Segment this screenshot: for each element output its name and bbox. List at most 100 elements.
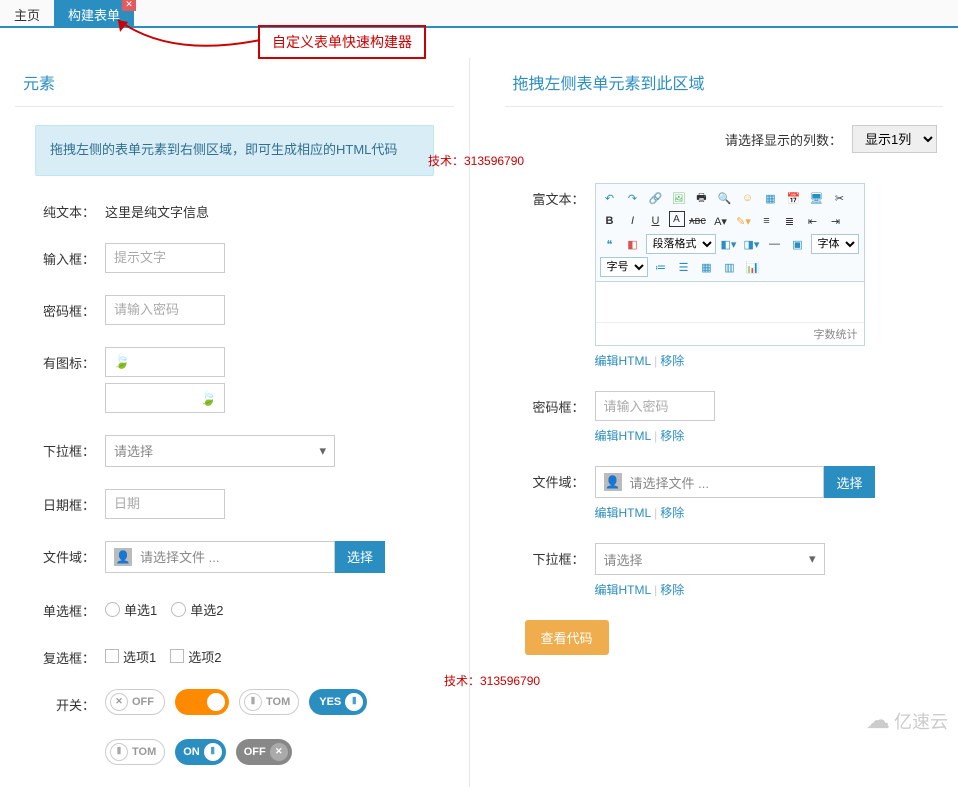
label-file-r: 文件域： xyxy=(525,466,595,491)
brand-watermark: ☁ 亿速云 xyxy=(866,706,948,735)
select-dropdown-r[interactable]: 请选择 ▾ xyxy=(595,543,825,575)
indent-right-icon[interactable]: ⇥ xyxy=(826,211,846,231)
editor-char-count: 字数统计 xyxy=(596,322,864,345)
undo-icon[interactable]: ↶ xyxy=(600,188,620,208)
select-all-icon[interactable]: ▣ xyxy=(788,234,808,254)
checkbox-icon xyxy=(105,649,119,663)
align-left-icon[interactable]: ≡ xyxy=(757,211,777,231)
label-switch: 开关： xyxy=(35,689,105,714)
password-input[interactable] xyxy=(105,295,225,325)
radio-option-1[interactable]: 单选1 xyxy=(105,600,157,619)
view-code-button[interactable]: 查看代码 xyxy=(525,620,609,655)
calendar-icon[interactable]: 📅 xyxy=(784,188,804,208)
label-file: 文件域： xyxy=(35,541,105,566)
float-right-icon[interactable]: ◨▾ xyxy=(742,234,762,254)
remove-link[interactable]: 移除 xyxy=(660,583,684,597)
print-icon[interactable]: 🖶 xyxy=(692,188,712,208)
close-icon[interactable]: ✕ xyxy=(122,0,136,11)
list-ol-icon[interactable]: ≔ xyxy=(651,257,671,277)
left-panel-title: 元素 xyxy=(15,58,454,107)
search-icon[interactable]: 🔍 xyxy=(715,188,735,208)
plaintext-value: 这里是纯文字信息 xyxy=(105,196,434,221)
editor-toolbar: ↶ ↷ 🔗 🖼 🖶 🔍 ☺ ▦ 📅 🖥 ✂ B I U xyxy=(596,184,864,282)
checkbox-option-2[interactable]: 选项2 xyxy=(170,647,221,666)
quote-icon[interactable]: ❝ xyxy=(600,234,620,254)
select-placeholder: 请选择 xyxy=(114,441,153,460)
font-size-select[interactable]: 字号 xyxy=(600,257,648,277)
emoji-icon[interactable]: ☺ xyxy=(738,188,758,208)
edit-html-link[interactable]: 编辑HTML xyxy=(595,583,652,597)
cut-icon[interactable]: ✂ xyxy=(830,188,850,208)
chart-icon[interactable]: 📊 xyxy=(743,257,763,277)
remove-link[interactable]: 移除 xyxy=(660,429,684,443)
switch-knob-icon: ⦀ xyxy=(244,693,262,711)
brand-text: 亿速云 xyxy=(894,708,948,734)
switch-knob-icon: ⦀ xyxy=(110,743,128,761)
label-richtext: 富文本： xyxy=(525,183,595,208)
image-icon[interactable]: 🖼 xyxy=(669,188,689,208)
tab-build-form[interactable]: 构建表单 ✕ xyxy=(54,0,134,26)
bold-icon[interactable]: B xyxy=(600,211,620,231)
italic-icon[interactable]: I xyxy=(623,211,643,231)
switch-tom-1[interactable]: ⦀TOM xyxy=(239,689,299,715)
float-left-icon[interactable]: ◧▾ xyxy=(719,234,739,254)
indent-left-icon[interactable]: ⇤ xyxy=(803,211,823,231)
file-select-button-r[interactable]: 选择 xyxy=(824,466,874,498)
remove-link[interactable]: 移除 xyxy=(660,354,684,368)
label-checkbox: 复选框： xyxy=(35,642,105,667)
column-count-select[interactable]: 显示1列 xyxy=(852,125,937,153)
select-dropdown[interactable]: 请选择 ▾ xyxy=(105,435,335,467)
left-panel: 元素 拖拽左侧的表单元素到右侧区域，即可生成相应的HTML代码 纯文本： 这里是… xyxy=(0,58,470,787)
password-input-r[interactable] xyxy=(595,391,715,421)
switch-knob-icon: ✕ xyxy=(270,743,288,761)
tab-bar: 主页 构建表单 ✕ xyxy=(0,0,958,28)
monitor-icon[interactable]: 🖥 xyxy=(807,188,827,208)
hr-icon[interactable]: — xyxy=(765,234,785,254)
redo-icon[interactable]: ↷ xyxy=(623,188,643,208)
fontborder-icon[interactable]: A xyxy=(669,211,685,227)
chevron-down-icon: ▾ xyxy=(809,551,816,567)
table-icon[interactable]: ▦ xyxy=(761,188,781,208)
switch-orange[interactable] xyxy=(175,689,229,715)
label-select-r: 下拉框： xyxy=(525,543,595,568)
date-input[interactable] xyxy=(105,489,225,519)
file-input[interactable]: 👤 请选择文件 ... xyxy=(105,541,335,573)
text-input[interactable] xyxy=(105,243,225,273)
switch-knob-icon: ✕ xyxy=(110,693,128,711)
edit-html-link[interactable]: 编辑HTML xyxy=(595,429,652,443)
watermark-text: 技术：313596790 xyxy=(428,152,524,169)
tab-label: 构建表单 xyxy=(68,8,120,23)
fontcolor-icon[interactable]: A▾ xyxy=(711,211,731,231)
watermark-text: 技术：313596790 xyxy=(444,672,540,689)
radio-option-2[interactable]: 单选2 xyxy=(171,600,223,619)
paragraph-format-select[interactable]: 段落格式 xyxy=(646,234,716,254)
edit-html-link[interactable]: 编辑HTML xyxy=(595,354,652,368)
editor-body[interactable] xyxy=(596,282,864,322)
file-placeholder: 请选择文件 ... xyxy=(140,547,219,566)
label-input: 输入框： xyxy=(35,243,105,268)
right-panel-title: 拖拽左侧表单元素到此区域 xyxy=(505,58,944,107)
right-panel: 拖拽左侧表单元素到此区域 请选择显示的列数： 显示1列 富文本： ↶ ↷ 🔗 🖼… xyxy=(490,58,958,787)
user-icon: 👤 xyxy=(114,548,132,566)
remove-link[interactable]: 移除 xyxy=(660,506,684,520)
tab-home[interactable]: 主页 xyxy=(0,0,54,26)
switch-off-1[interactable]: ✕OFF xyxy=(105,689,165,715)
strikethrough-icon[interactable]: ᴀʙᴄ xyxy=(688,211,708,231)
switch-yes[interactable]: YES⦀ xyxy=(309,689,367,715)
list-ul-icon[interactable]: ☰ xyxy=(674,257,694,277)
eraser-icon[interactable]: ◧ xyxy=(623,234,643,254)
align-justify-icon[interactable]: ≣ xyxy=(780,211,800,231)
edit-html-link[interactable]: 编辑HTML xyxy=(595,506,652,520)
file-input-r[interactable]: 👤 请选择文件 ... xyxy=(595,466,825,498)
highlight-icon[interactable]: ✎▾ xyxy=(734,211,754,231)
table2-icon[interactable]: ▦ xyxy=(697,257,717,277)
checkbox-option-1[interactable]: 选项1 xyxy=(105,647,156,666)
underline-icon[interactable]: U xyxy=(646,211,666,231)
rich-text-editor: ↶ ↷ 🔗 🖼 🖶 🔍 ☺ ▦ 📅 🖥 ✂ B I U xyxy=(595,183,865,346)
font-family-select[interactable]: 字体 xyxy=(811,234,859,254)
column-count-label: 请选择显示的列数： xyxy=(725,130,842,149)
component-icon[interactable]: ▥ xyxy=(720,257,740,277)
file-select-button[interactable]: 选择 xyxy=(335,541,385,573)
link-icon[interactable]: 🔗 xyxy=(646,188,666,208)
user-icon: 👤 xyxy=(604,473,622,491)
